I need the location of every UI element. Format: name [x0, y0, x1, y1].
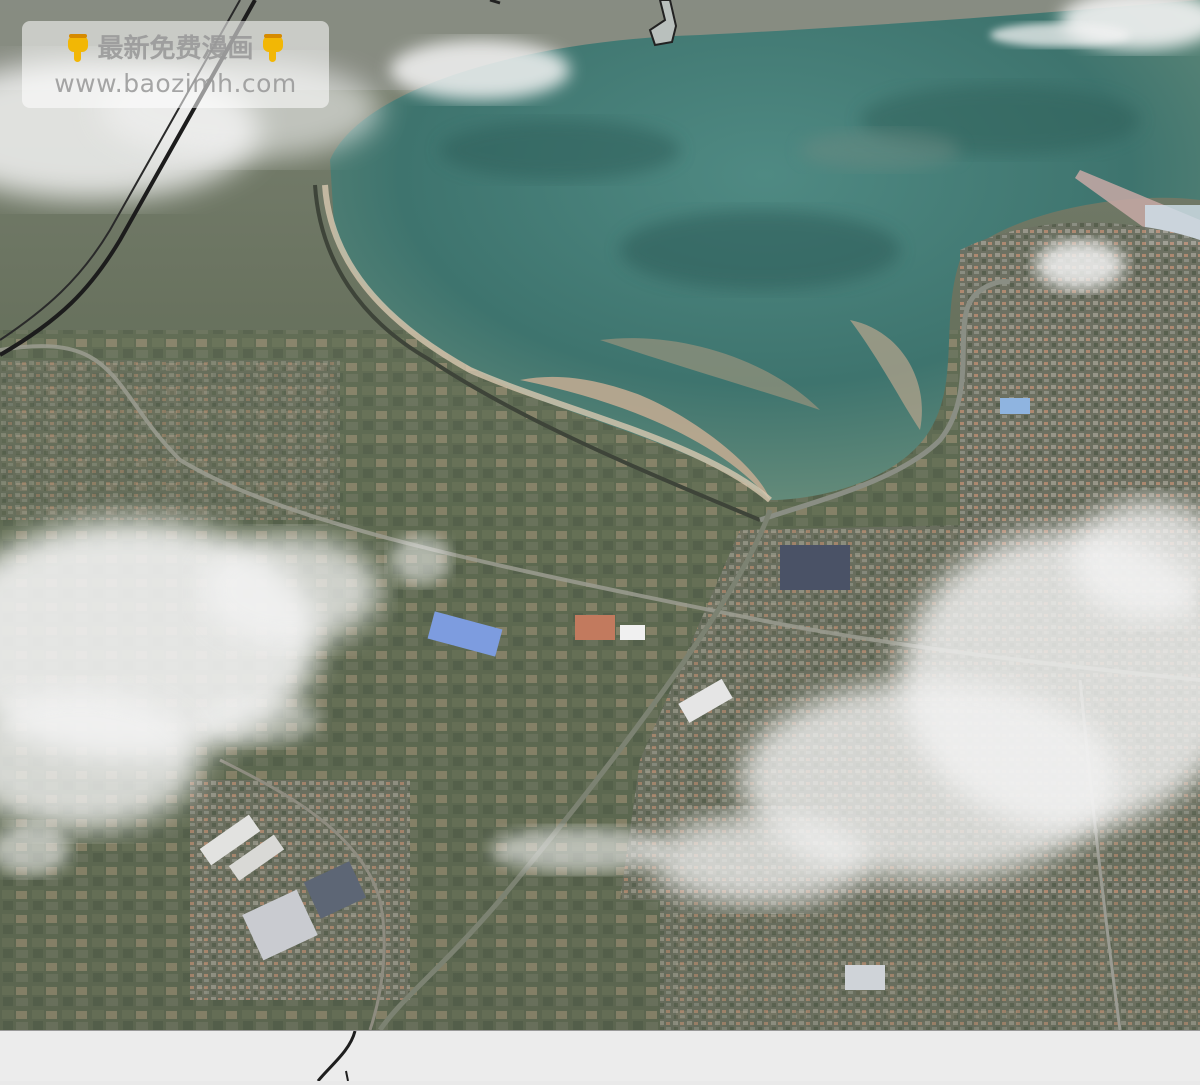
aerial-landscape [0, 0, 1200, 1030]
panel-gutter [0, 1030, 1200, 1082]
watermark-title-row: 最新免费漫画 [36, 31, 315, 67]
watermark-url: www.baozimh.com [54, 69, 297, 98]
pointing-down-hand-icon [65, 34, 91, 64]
aerial-panel [0, 0, 1200, 1030]
pointing-down-hand-icon [260, 34, 286, 64]
stroke-line [316, 1030, 357, 1082]
watermark-line1: 最新免费漫画 [97, 34, 254, 64]
watermark: 最新免费漫画 www.baozimh.com [22, 21, 329, 108]
